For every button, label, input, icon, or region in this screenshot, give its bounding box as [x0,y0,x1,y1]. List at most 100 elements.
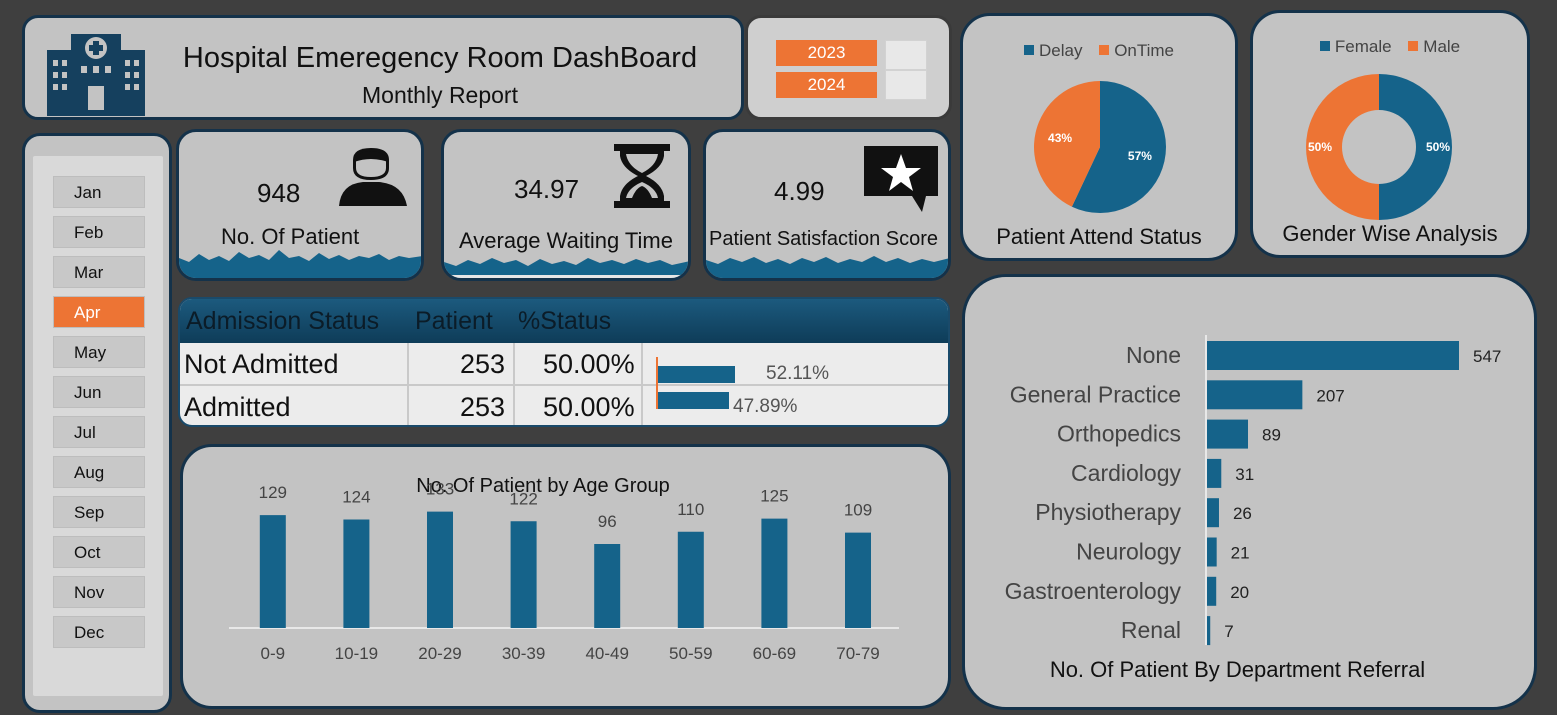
dashboard-subtitle: Monthly Report [362,82,518,108]
month-button-aug[interactable]: Aug [53,456,145,488]
kpi-satisfaction-sparkline [706,256,948,278]
month-list: Jan Feb Mar Apr May Jun Jul Aug Sep Oct Nov Dec [33,156,163,696]
month-button-jan[interactable]: Jan [53,176,145,208]
year-slicer: 2023 2024 [745,15,952,120]
year-2023-checkbox[interactable] [885,40,927,70]
dept-bar-value: 20 [1230,583,1249,602]
age-bar-value: 124 [342,488,370,507]
row-not-admitted-status: Not Admitted [184,349,339,379]
dept-bar[interactable] [1207,341,1459,370]
age-bar[interactable] [761,518,788,628]
header-patient: Patient [415,307,493,335]
dept-tick-label: Cardiology [1071,460,1181,486]
dept-bar[interactable] [1207,616,1211,646]
dept-bar-value: 207 [1316,386,1344,405]
row-divider [180,384,948,386]
slice-label-delay: 57% [1128,149,1152,163]
dept-bar[interactable] [1207,380,1303,410]
title-panel: Hospital Emeregency Room DashBoard Month… [22,15,744,120]
kpi-satisfaction-value: 4.99 [774,176,825,206]
gender-donut: 50% 50% [1306,74,1452,220]
age-tick-label: 30-39 [502,644,545,663]
header-pct-status: %Status [518,307,612,335]
slice-label-ontime: 43% [1048,131,1072,145]
age-bar[interactable] [427,511,453,628]
age-bar-value: 109 [844,501,872,520]
age-bar[interactable] [677,531,704,628]
row-admitted-bar-label: 47.89% [733,396,798,417]
dept-tick-label: General Practice [1010,381,1181,407]
gender-title: Gender Wise Analysis [1282,221,1498,246]
month-button-mar[interactable]: Mar [53,256,145,288]
kpi-patients-sparkline [179,250,421,278]
age-tick-label: 50-59 [669,644,712,663]
department-chart-title: No. Of Patient By Department Referral [1049,657,1426,682]
dept-bar-value: 7 [1224,622,1233,641]
age-tick-label: 10-19 [335,644,378,663]
month-button-jun[interactable]: Jun [53,376,145,408]
dept-bar-value: 31 [1235,465,1254,484]
month-slicer: Jan Feb Mar Apr May Jun Jul Aug Sep Oct Nov Dec [22,133,172,713]
kpi-satisfaction: 4.99 Patient Satisfaction Score [703,129,951,281]
age-group-chart: No. Of Patient by Age Group 129 0-9 124 10-… [180,444,951,709]
row-admitted-pct: 50.00% [543,392,635,422]
row-admitted-bar [657,392,729,409]
age-bar[interactable] [845,532,871,628]
age-bar[interactable] [594,544,621,628]
kpi-waiting-sparkline [444,258,688,278]
dept-bar-value: 547 [1473,347,1501,366]
age-bar-value: 125 [760,487,788,506]
month-button-feb[interactable]: Feb [53,216,145,248]
gender-chart: Female Male 50% 50% Gender Wise Analysis [1250,10,1530,258]
year-button-2023[interactable]: 2023 [776,40,877,66]
dept-tick-label: Neurology [1076,539,1181,565]
hospital-icon [47,34,145,116]
dept-bar-value: 26 [1233,504,1252,523]
month-button-apr[interactable]: Apr [53,296,145,328]
month-button-dec[interactable]: Dec [53,616,145,648]
attend-status-chart: Delay OnTime 57% 43% Patient Attend Statu… [960,13,1238,261]
age-bar-value: 133 [426,480,454,499]
age-bar[interactable] [343,519,370,629]
dept-tick-label: Orthopedics [1057,421,1181,447]
dept-bar[interactable] [1207,419,1249,449]
attend-title: Patient Attend Status [996,224,1202,249]
age-tick-label: 40-49 [585,644,628,663]
department-chart-plot: None 547General Practice 207Orthopedics 89C… [1005,335,1501,646]
row-not-admitted-bar-label: 52.11% [766,363,830,384]
age-tick-label: 0-9 [261,644,286,663]
age-tick-label: 60-69 [753,644,796,663]
month-button-oct[interactable]: Oct [53,536,145,568]
row-not-admitted-pct: 50.00% [543,349,635,379]
dept-bar[interactable] [1207,498,1219,528]
month-button-jul[interactable]: Jul [53,416,145,448]
age-bar-value: 96 [598,512,617,531]
dept-tick-label: None [1126,342,1181,368]
month-button-nov[interactable]: Nov [53,576,145,608]
row-not-admitted-bar [657,366,736,383]
kpi-waiting-value: 34.97 [514,174,580,204]
row-not-admitted-patient: 253 [460,349,506,379]
kpi-patients: 948 No. Of Patient [176,129,424,281]
age-bar[interactable] [259,515,286,628]
slice-label-female: 50% [1426,140,1450,154]
age-tick-label: 70-79 [836,644,879,663]
dept-bar[interactable] [1207,458,1222,488]
slice-label-male: 50% [1308,140,1332,154]
month-button-may[interactable]: May [53,336,145,368]
dept-bar[interactable] [1207,576,1217,606]
month-button-sep[interactable]: Sep [53,496,145,528]
dept-bar[interactable] [1207,537,1217,567]
age-bar-value: 122 [509,489,537,508]
age-bar[interactable] [510,521,537,628]
star-speech-icon [864,146,938,212]
year-button-2024[interactable]: 2024 [776,72,877,98]
dept-tick-label: Physiotherapy [1035,499,1181,525]
dept-bar-value: 89 [1262,426,1281,445]
dashboard-title: Hospital Emeregency Room DashBoard [182,42,698,74]
row-admitted-status: Admitted [184,392,291,422]
dept-tick-label: Gastroenterology [1005,578,1182,604]
year-2024-checkbox[interactable] [885,70,927,100]
attend-pie: 57% 43% [1034,81,1166,214]
hourglass-icon [614,144,670,208]
